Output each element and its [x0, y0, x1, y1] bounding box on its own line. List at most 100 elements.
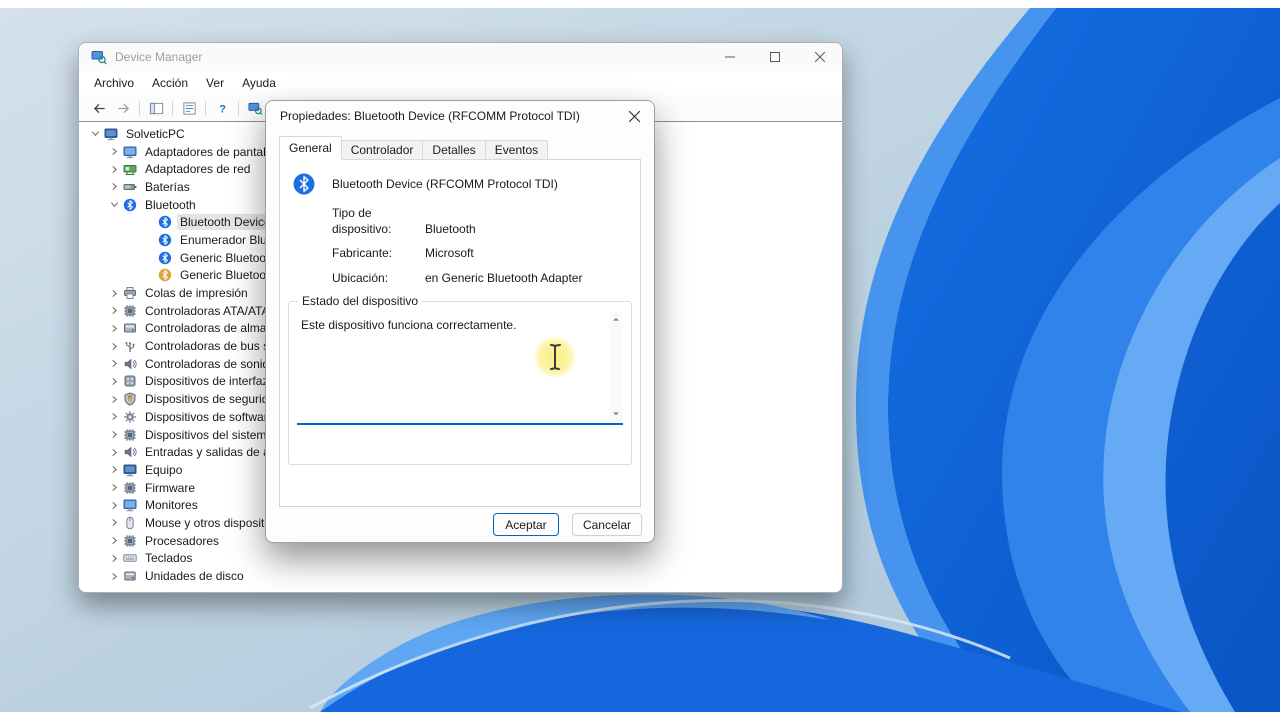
show-console-tree-button[interactable] — [144, 98, 168, 119]
chevron-right-icon[interactable] — [106, 180, 122, 194]
field-label: Tipo de dispositivo: — [332, 206, 392, 236]
help-button[interactable]: ? — [210, 98, 234, 119]
field-label: Ubicación: — [332, 270, 389, 285]
field-value: Bluetooth — [425, 221, 476, 236]
chevron-right-icon[interactable] — [106, 410, 122, 424]
chevron-right-icon[interactable] — [106, 428, 122, 442]
hid-icon — [123, 374, 137, 388]
chevron-right-icon[interactable] — [106, 445, 122, 459]
dialog-buttons: Aceptar Cancelar — [492, 513, 642, 536]
bluetooth-icon — [158, 251, 172, 265]
chevron-right-icon[interactable] — [106, 498, 122, 512]
scan-hardware-button[interactable] — [243, 98, 267, 119]
scrollbar[interactable] — [609, 312, 623, 421]
chevron-right-icon[interactable] — [106, 392, 122, 406]
dialog-close-button[interactable] — [620, 104, 648, 128]
device-name: Bluetooth Device (RFCOMM Protocol TDI) — [332, 177, 558, 191]
tree-item-label: Procesadores — [145, 533, 220, 548]
network-icon — [123, 162, 137, 176]
chevron-right-icon[interactable] — [106, 481, 122, 495]
screen: Device Manager Archivo Acción Ver Ayuda ? S… — [0, 0, 1280, 720]
chevron-right-icon[interactable] — [106, 357, 122, 371]
field-value: en Generic Bluetooth Adapter — [425, 270, 583, 285]
chevron-right-icon[interactable] — [106, 463, 122, 477]
bluetooth-icon — [123, 198, 137, 212]
maximize-button[interactable] — [752, 43, 797, 71]
menu-item[interactable]: Ver — [197, 73, 233, 93]
display-icon — [123, 145, 137, 159]
tab-controlador[interactable]: Controlador — [340, 140, 424, 160]
chevron-right-icon[interactable] — [106, 534, 122, 548]
field-label: Fabricante: — [332, 246, 393, 261]
chevron-right-icon[interactable] — [106, 286, 122, 300]
window-title: Device Manager — [115, 50, 203, 64]
properties-button[interactable] — [177, 98, 201, 119]
menu-item[interactable]: Archivo — [85, 73, 143, 93]
tree-item-label: Monitores — [145, 498, 198, 513]
tree-item-label: Dispositivos del sistema — [145, 427, 274, 442]
chevron-right-icon[interactable] — [106, 339, 122, 353]
scroll-up-icon[interactable] — [612, 315, 620, 323]
close-button[interactable] — [797, 43, 842, 71]
tab-detalles[interactable]: Detalles — [422, 140, 486, 160]
chip-icon — [123, 428, 137, 442]
tree-item[interactable]: Unidades de disco — [79, 567, 842, 585]
forward-button[interactable] — [111, 98, 135, 119]
cancel-button[interactable]: Cancelar — [571, 513, 642, 536]
accept-button[interactable]: Aceptar — [492, 513, 559, 536]
toolbar-separator — [139, 100, 140, 116]
chevron-right-icon[interactable] — [106, 569, 122, 583]
tab-general[interactable]: General — [279, 136, 342, 160]
properties-dialog: Propiedades: Bluetooth Device (RFCOMM Pr… — [265, 100, 655, 543]
svg-text:?: ? — [219, 103, 226, 115]
chevron-right-icon[interactable] — [106, 162, 122, 176]
chevron-down-icon[interactable] — [106, 198, 122, 212]
printer-icon — [123, 286, 137, 300]
dialog-tabs: General Controlador Detalles Eventos — [279, 136, 549, 160]
tree-item-label: Bluetooth — [145, 197, 196, 212]
toolbar-separator — [205, 100, 206, 116]
minimize-button[interactable] — [707, 43, 752, 71]
scroll-down-icon[interactable] — [612, 410, 620, 418]
sound-icon — [123, 445, 137, 459]
device-header: Bluetooth Device (RFCOMM Protocol TDI) — [292, 172, 558, 196]
chip-icon — [123, 304, 137, 318]
chevron-right-icon[interactable] — [106, 516, 122, 530]
tab-eventos[interactable]: Eventos — [484, 140, 549, 160]
chip-icon — [123, 481, 137, 495]
sound-icon — [123, 357, 137, 371]
security-icon — [123, 392, 137, 406]
chevron-right-icon[interactable] — [106, 321, 122, 335]
tree-item-label: Colas de impresión — [145, 286, 248, 301]
window-titlebar[interactable]: Device Manager — [79, 43, 842, 71]
window-controls — [707, 43, 842, 71]
menu-item[interactable]: Acción — [143, 73, 197, 93]
tree-item[interactable]: Teclados — [79, 550, 842, 568]
toolbar-separator — [172, 100, 173, 116]
field-row: Tipo de dispositivo: Bluetooth — [332, 206, 630, 237]
device-manager-icon — [91, 49, 107, 65]
device-status-textbox[interactable]: Este dispositivo funciona correctamente. — [297, 312, 623, 425]
chevron-right-icon[interactable] — [106, 304, 122, 318]
chevron-right-icon[interactable] — [106, 551, 122, 565]
chevron-right-icon[interactable] — [106, 374, 122, 388]
bluetooth-icon — [158, 215, 172, 229]
tree-item-label: Dispositivos de software — [145, 409, 275, 424]
menu-item[interactable]: Ayuda — [233, 73, 285, 93]
tree-item-label: SolveticPC — [126, 126, 185, 141]
tree-item-label: Dispositivos de seguridad — [145, 392, 282, 407]
chevron-down-icon[interactable] — [87, 127, 103, 141]
dialog-titlebar[interactable]: Propiedades: Bluetooth Device (RFCOMM Pr… — [266, 101, 654, 131]
toolbar-separator — [238, 100, 239, 116]
status-text: Este dispositivo funciona correctamente. — [301, 318, 517, 332]
disk-icon — [123, 569, 137, 583]
bluetooth-device-icon — [292, 172, 316, 196]
chevron-right-icon[interactable] — [106, 145, 122, 159]
display-icon — [123, 498, 137, 512]
field-row: Fabricante: Microsoft — [332, 246, 630, 262]
back-button[interactable] — [87, 98, 111, 119]
tree-item-label: Adaptadores de red — [145, 162, 251, 177]
